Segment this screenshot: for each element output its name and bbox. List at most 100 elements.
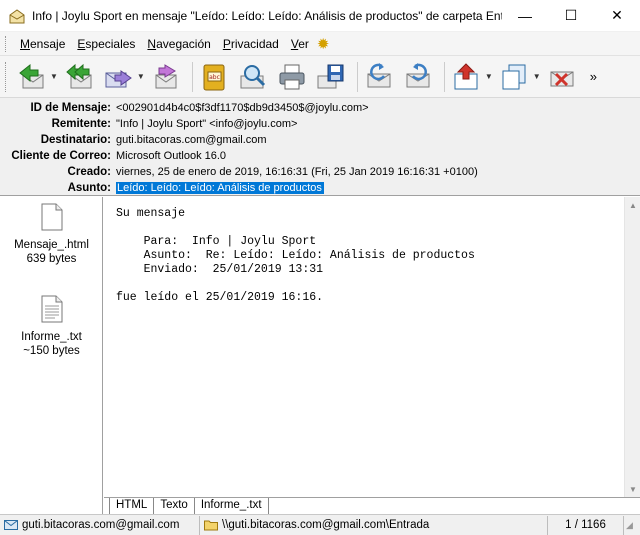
reply-dropdown-icon[interactable]: ▼ [50,72,58,81]
menu-navegacion[interactable]: Navegación [141,37,216,51]
reply-icon [19,63,44,88]
body-line: fue leído el 25/01/2019 16:16. [116,291,324,304]
message-headers: ID de Mensaje: <002901d4b4c0$f3df1170$db… [0,98,640,196]
body-line: Su mensaje [116,207,186,220]
status-account-text: guti.bitacoras.com@gmail.com [22,519,180,531]
header-label: Creado: [67,166,111,178]
header-row-message-id: ID de Mensaje: <002901d4b4c0$f3df1170$db… [0,100,640,116]
message-body[interactable]: Su mensaje​ Para: Info | Joylu Sport Asu… [104,197,624,497]
save-button[interactable] [314,60,348,94]
attachment-size: 639 bytes [26,253,77,265]
reply-all-button[interactable] [62,60,96,94]
text-file-icon [41,295,62,323]
header-label: Asunto: [67,182,111,194]
delete-button[interactable] [545,60,579,94]
find-button[interactable] [236,60,270,94]
body-line: ​ [116,277,612,291]
status-folder-text: \\guti.bitacoras.com@gmail.com\Entrada [222,519,430,531]
copy-to-folder-button[interactable] [497,60,531,94]
next-message-button[interactable] [401,60,435,94]
menu-ver[interactable]: Ver [285,37,315,51]
status-bar: guti.bitacoras.com@gmail.com \\guti.bita… [0,514,640,535]
minimize-button[interactable]: — [502,0,548,32]
vertical-scrollbar[interactable]: ▲ ▼ [624,197,640,497]
reply-button[interactable] [14,60,48,94]
address-book-button[interactable]: abc [197,60,231,94]
copy-dropdown-icon[interactable]: ▼ [533,72,541,81]
svg-text:abc: abc [209,74,220,81]
status-position: 1 / 1166 [548,515,624,535]
body-line: ​ [116,221,612,235]
resize-grip-icon[interactable]: ◢ [626,520,633,531]
printer-icon [279,64,305,89]
menu-especiales[interactable]: Especiales [71,37,141,51]
body-line: Enviado: 25/01/2019 13:31 [116,263,324,276]
maximize-button[interactable]: ☐ [548,0,594,32]
header-label: ID de Mensaje: [30,102,111,114]
status-folder: \\guti.bitacoras.com@gmail.com\Entrada [200,515,548,535]
scroll-down-icon[interactable]: ▼ [625,481,640,497]
folder-icon [204,520,218,531]
move-to-folder-button[interactable] [449,60,483,94]
move-dropdown-icon[interactable]: ▼ [485,72,493,81]
reply-all-icon [66,63,92,88]
view-tabs: HTML Texto Informe_.txt [104,497,640,515]
file-icon [41,203,62,231]
scroll-up-icon[interactable]: ▲ [625,197,640,213]
toolbar-separator [443,61,445,92]
menu-mensaje[interactable]: Mensaje [14,37,71,51]
title-bar: Info | Joylu Sport en mensaje "Leído: Le… [0,0,640,32]
toolbar: ▼ ▼ abc ▼ ▼ » [0,56,640,98]
body-line: Asunto: Re: Leído: Leído: Análisis de pr… [116,249,475,262]
header-row-mail-client: Cliente de Correo: Microsoft Outlook 16.… [0,148,640,164]
menu-bar: Mensaje Especiales Navegación Privacidad… [0,32,640,56]
print-button[interactable] [275,60,309,94]
attachment-item[interactable]: Mensaje_.html 639 bytes [0,203,103,266]
header-value-subject[interactable]: Leído: Leído: Leído: Análisis de product… [116,182,324,194]
menu-privacidad[interactable]: Privacidad [217,37,285,51]
header-value-message-id[interactable]: <002901d4b4c0$f3df1170$db9d3450$@joylu.c… [116,102,369,114]
forward-dropdown-icon[interactable]: ▼ [137,72,145,81]
upload-folder-icon [454,62,478,89]
forward-button[interactable] [101,60,135,94]
tab-html[interactable]: HTML [109,498,155,515]
attachment-item[interactable]: Informe_.txt ~150 bytes [0,295,103,358]
header-label: Cliente de Correo: [11,150,111,162]
header-value-recipient[interactable]: guti.bitacoras.com@gmail.com [116,134,267,146]
header-label: Remitente: [51,118,111,130]
attachment-name: Mensaje_.html [14,239,89,251]
envelope-icon [9,8,25,23]
body-line: Para: Info | Joylu Sport [116,235,317,248]
toolbar-overflow-button[interactable]: » [590,69,597,84]
header-row-sender: Remitente: "Info | Joylu Sport" <info@jo… [0,116,640,132]
header-value-created[interactable]: viernes, 25 de enero de 2019, 16:16:31 (… [116,166,478,178]
status-account: guti.bitacoras.com@gmail.com [0,515,200,535]
toolbar-grip [5,61,8,92]
header-row-recipient: Destinatario: guti.bitacoras.com@gmail.c… [0,132,640,148]
tab-informe[interactable]: Informe_.txt [195,498,269,514]
menu-grip [5,35,8,52]
copy-icon [502,64,526,89]
attachment-name: Informe_.txt [21,331,82,343]
attachments-panel: Mensaje_.html 639 bytes Informe_.txt ~15… [0,197,103,514]
redirect-icon [155,63,177,88]
header-row-subject: Asunto: Leído: Leído: Leído: Análisis de… [0,180,640,196]
toolbar-separator [356,61,358,92]
next-message-icon [406,62,430,87]
tab-texto[interactable]: Texto [154,498,195,514]
floppy-disk-icon [317,64,344,88]
header-label: Destinatario: [40,134,111,146]
message-counter: 1 / 1166 [565,519,606,531]
header-value-mail-client[interactable]: Microsoft Outlook 16.0 [116,150,226,162]
attachment-size: ~150 bytes [23,345,80,357]
previous-message-button[interactable] [362,60,396,94]
window-title: Info | Joylu Sport en mensaje "Leído: Le… [32,8,502,23]
redirect-button[interactable] [149,60,183,94]
address-book-icon: abc [203,64,225,90]
magnifier-icon [240,64,265,88]
account-icon [4,520,18,530]
gear-icon[interactable]: ✹ [317,35,330,53]
close-button[interactable]: ✕ [594,0,640,32]
header-value-sender[interactable]: "Info | Joylu Sport" <info@joylu.com> [116,118,297,130]
header-row-created: Creado: viernes, 25 de enero de 2019, 16… [0,164,640,180]
